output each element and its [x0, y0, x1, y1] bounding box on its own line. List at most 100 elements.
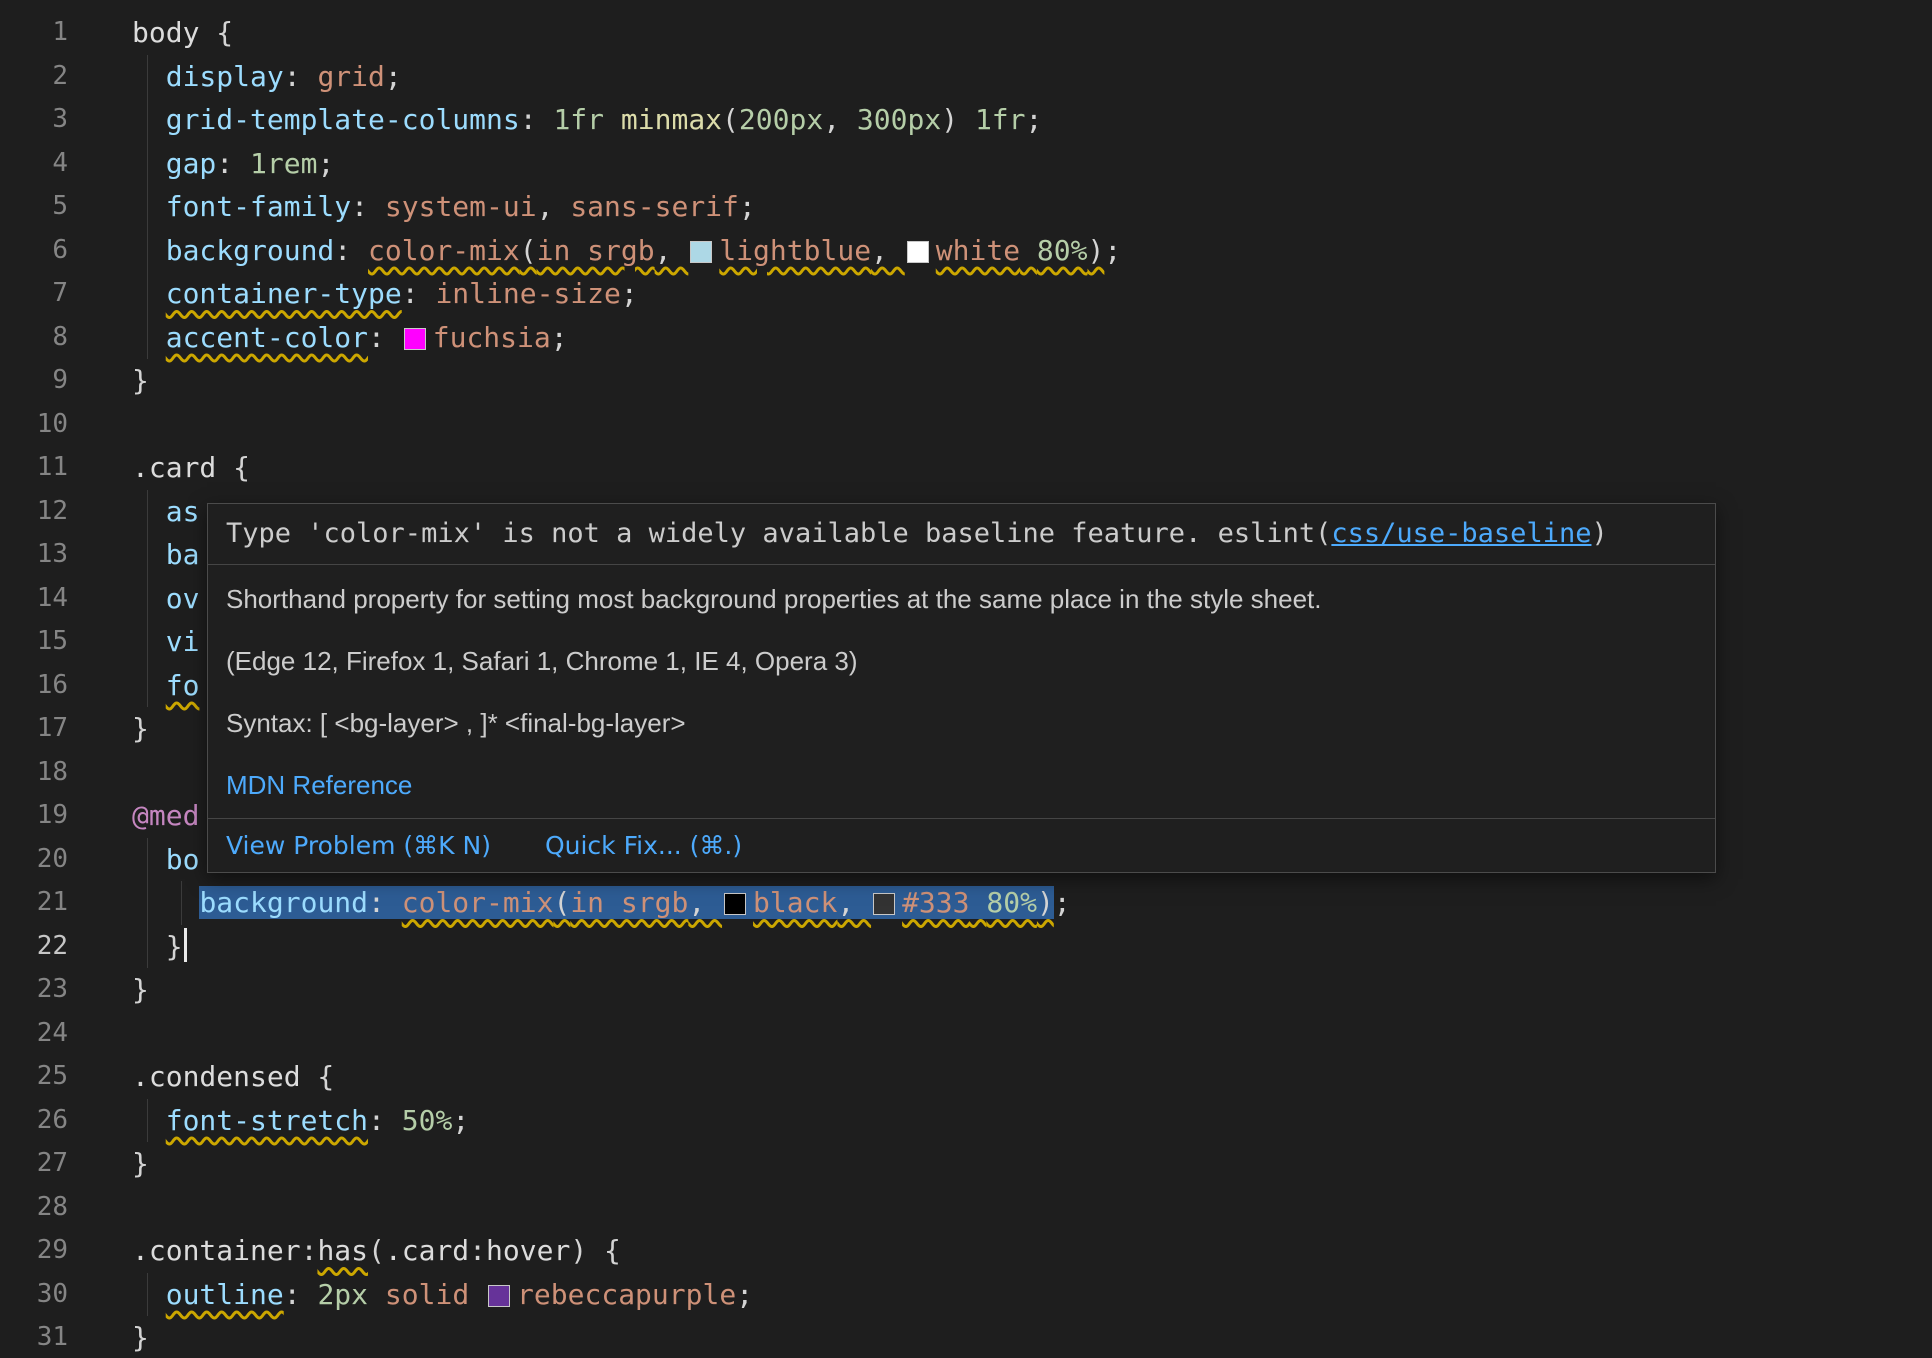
code-line[interactable]: 6 background: color-mix(in srgb, lightbl… [0, 229, 1932, 273]
code-token: bo [166, 843, 200, 876]
line-number[interactable]: 19 [0, 794, 68, 838]
code-line[interactable]: 28 [0, 1186, 1932, 1230]
line-number[interactable]: 29 [0, 1229, 68, 1273]
line-number[interactable]: 1 [0, 11, 68, 55]
line-number[interactable]: 11 [0, 446, 68, 490]
line-number[interactable]: 22 [0, 925, 68, 969]
indent-guide [147, 533, 148, 577]
code-line[interactable]: 2 display: grid; [0, 55, 1932, 99]
baseline-rule-link[interactable]: css/use-baseline [1331, 518, 1591, 549]
quick-fix-action[interactable]: Quick Fix... (⌘.) [545, 831, 742, 860]
code-token: display [166, 60, 284, 93]
color-swatch[interactable] [722, 886, 753, 919]
code-line[interactable]: 22 } [0, 925, 1932, 969]
code-token: : [216, 147, 250, 180]
code-line[interactable]: 4 gap: 1rem; [0, 142, 1932, 186]
line-number[interactable]: 5 [0, 185, 68, 229]
indent-guide [147, 577, 148, 621]
code-token [132, 843, 166, 876]
line-number[interactable]: 10 [0, 403, 68, 447]
line-number[interactable]: 27 [0, 1142, 68, 1186]
code-line-text: background: color-mix(in srgb, black, #3… [68, 881, 1932, 925]
code-token: in srgb [570, 886, 688, 919]
code-line[interactable]: 11.card { [0, 446, 1932, 490]
color-swatch[interactable] [688, 234, 719, 267]
code-token: font-family [166, 190, 351, 223]
line-number[interactable]: 2 [0, 55, 68, 99]
code-line[interactable]: 1body { [0, 11, 1932, 55]
code-token: color-mix [402, 886, 554, 919]
line-number[interactable]: 3 [0, 98, 68, 142]
color-swatch[interactable] [905, 234, 936, 267]
code-line-text: .card { [68, 446, 1932, 490]
line-number[interactable]: 18 [0, 751, 68, 795]
browser-support: (Edge 12, Firefox 1, Safari 1, Chrome 1,… [226, 646, 1697, 677]
line-number[interactable]: 16 [0, 664, 68, 708]
line-number[interactable]: 13 [0, 533, 68, 577]
mdn-reference-link[interactable]: MDN Reference [226, 770, 412, 800]
code-line[interactable]: 5 font-family: system-ui, sans-serif; [0, 185, 1932, 229]
code-token: 80% [986, 886, 1037, 919]
code-token [132, 190, 166, 223]
color-swatch[interactable] [871, 886, 902, 919]
code-token: } [132, 973, 149, 1006]
line-number[interactable]: 4 [0, 142, 68, 186]
text-cursor [184, 928, 187, 962]
code-token: ( [722, 103, 739, 136]
code-token: .container [132, 1234, 301, 1267]
line-number[interactable]: 26 [0, 1099, 68, 1143]
code-token: } [132, 712, 149, 745]
line-number[interactable]: 28 [0, 1186, 68, 1230]
line-number[interactable]: 21 [0, 881, 68, 925]
line-number[interactable]: 7 [0, 272, 68, 316]
line-number[interactable]: 15 [0, 620, 68, 664]
color-swatch[interactable] [402, 321, 433, 354]
line-number[interactable]: 9 [0, 359, 68, 403]
code-token: : [284, 60, 318, 93]
line-number[interactable]: 20 [0, 838, 68, 882]
code-line[interactable]: 26 font-stretch: 50%; [0, 1099, 1932, 1143]
code-token: ba [166, 538, 200, 571]
code-token: } [132, 1147, 149, 1180]
code-line[interactable]: 29.container:has(.card:hover) { [0, 1229, 1932, 1273]
line-number[interactable]: 31 [0, 1316, 68, 1358]
line-number[interactable]: 8 [0, 316, 68, 360]
code-line[interactable]: 10 [0, 403, 1932, 447]
code-line[interactable]: 21 background: color-mix(in srgb, black,… [0, 881, 1932, 925]
code-line[interactable]: 9} [0, 359, 1932, 403]
code-token: body [132, 16, 199, 49]
code-token: { [301, 1060, 335, 1093]
code-token: : [334, 234, 368, 267]
line-number[interactable]: 14 [0, 577, 68, 621]
code-token: color-mix [368, 234, 520, 267]
indent-guide [147, 490, 148, 534]
line-number[interactable]: 17 [0, 707, 68, 751]
code-token: grid-template-columns [166, 103, 520, 136]
line-number[interactable]: 24 [0, 1012, 68, 1056]
code-token: .condensed [132, 1060, 301, 1093]
code-line[interactable]: 8 accent-color: fuchsia; [0, 316, 1932, 360]
code-line[interactable]: 31} [0, 1316, 1932, 1358]
code-editor[interactable]: 1 body {2 display: grid;3 grid-template-c… [0, 0, 1932, 1358]
line-number[interactable]: 25 [0, 1055, 68, 1099]
line-number[interactable]: 6 [0, 229, 68, 273]
line-number[interactable]: 30 [0, 1273, 68, 1317]
view-problem-action[interactable]: View Problem (⌘K N) [226, 831, 491, 860]
code-line[interactable]: 25 .condensed { [0, 1055, 1932, 1099]
code-token: background [166, 234, 335, 267]
color-swatch[interactable] [486, 1278, 517, 1311]
code-line[interactable]: 23} [0, 968, 1932, 1012]
line-number[interactable]: 23 [0, 968, 68, 1012]
line-number[interactable]: 12 [0, 490, 68, 534]
code-line-text: } [68, 1142, 1932, 1186]
code-token: 50% [402, 1104, 453, 1137]
code-line[interactable]: 3 grid-template-columns: 1fr minmax(200p… [0, 98, 1932, 142]
code-line[interactable]: 7 container-type: inline-size; [0, 272, 1932, 316]
color-swatch-box [404, 328, 426, 350]
code-line[interactable]: 27} [0, 1142, 1932, 1186]
code-line-text: } [68, 925, 1932, 969]
indent-guide [181, 881, 182, 925]
code-line[interactable]: 24 [0, 1012, 1932, 1056]
code-line[interactable]: 30 outline: 2px solid rebeccapurple; [0, 1273, 1932, 1317]
diagnostic-message: Type 'color-mix' is not a widely availab… [208, 504, 1715, 564]
